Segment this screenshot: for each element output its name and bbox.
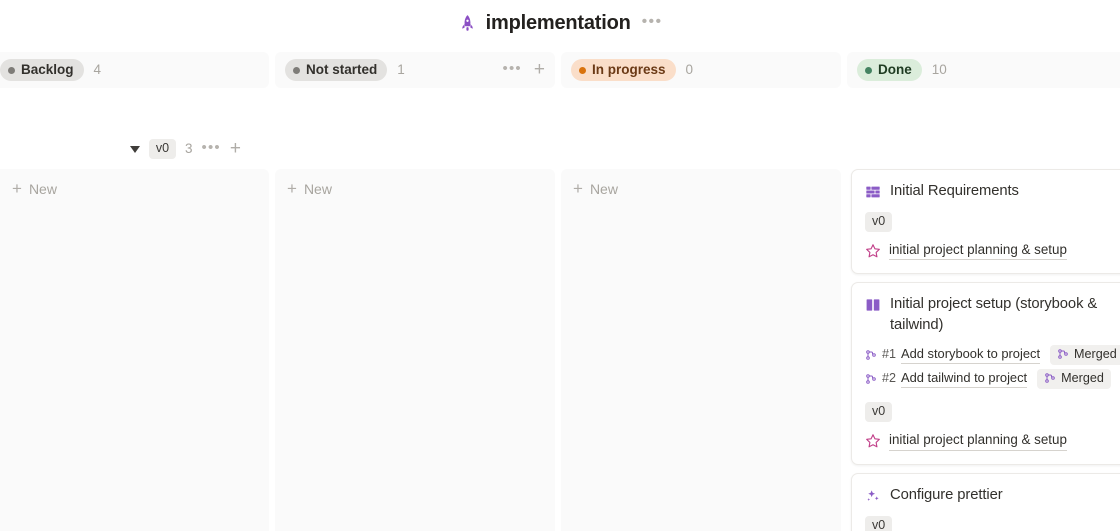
chevron-down-icon[interactable] (129, 145, 140, 153)
column-count: 10 (931, 62, 947, 78)
git-pull-request-icon (1045, 373, 1055, 384)
column-header-backlog: Backlog 4 (0, 52, 269, 88)
pull-request-status-label: Merged (1074, 346, 1117, 361)
board-column-in-progress: In progress 0 + New (561, 44, 841, 531)
card-relation-label[interactable]: initial project planning & setup (889, 432, 1067, 451)
status-label: Done (878, 62, 912, 78)
status-badge-not-started[interactable]: Not started (285, 59, 388, 81)
status-label: In progress (592, 62, 666, 78)
board-column-not-started: Not started 1 ••• + + New (275, 44, 555, 531)
status-label: Backlog (21, 62, 74, 78)
new-card-label: New (303, 181, 332, 197)
card[interactable]: Initial Requirements v0 initial project … (851, 169, 1120, 275)
column-body-not-started: + New (275, 169, 555, 531)
status-label: Not started (306, 62, 378, 78)
pull-request-number: #2 (882, 371, 897, 386)
status-badge-backlog[interactable]: Backlog (0, 59, 84, 81)
pull-request-title[interactable]: Add storybook to project (901, 346, 1041, 364)
pull-request-status-badge[interactable]: Merged (1050, 344, 1120, 365)
group-count: 3 (185, 141, 193, 157)
column-header-in-progress: In progress 0 (561, 52, 841, 88)
pull-request-title[interactable]: Add tailwind to project (901, 370, 1028, 388)
status-dot-icon (8, 66, 15, 74)
board-app: implementation ••• Backlog 4 v0 3 ••• + (0, 0, 1120, 531)
card-title: Initial project setup (storybook & tailw… (890, 296, 1098, 334)
group-more-button[interactable]: ••• (202, 140, 221, 155)
column-add-button[interactable]: + (534, 60, 545, 79)
rocket-icon (461, 15, 473, 31)
column-header-done: Done 10 (847, 52, 1120, 88)
column-body-done: Initial Requirements v0 initial project … (847, 169, 1120, 531)
plus-icon: + (573, 178, 583, 198)
group-add-button[interactable]: + (230, 139, 241, 158)
plus-icon: + (12, 178, 22, 198)
star-icon (866, 434, 880, 448)
column-count: 4 (93, 62, 102, 78)
page-title: implementation (485, 12, 631, 34)
group-chip-label[interactable]: v0 (148, 139, 177, 159)
card-relation: initial project planning & setup (865, 432, 1118, 451)
card-title: Configure prettier (890, 486, 1003, 503)
sparkles-icon (867, 489, 879, 501)
star-icon (866, 244, 880, 258)
status-dot-icon (293, 66, 300, 74)
card-title-row: Configure prettier (865, 485, 1118, 506)
column-count: 1 (397, 62, 405, 78)
new-card-button[interactable]: + New (567, 176, 835, 202)
column-more-button[interactable]: ••• (503, 61, 522, 76)
board-column-done: Done 10 Initial Requirements v0 initial … (847, 44, 1120, 531)
board-more-button[interactable]: ••• (642, 13, 663, 30)
card-title: Initial Requirements (890, 183, 1019, 199)
pull-request-status-label: Merged (1061, 370, 1104, 385)
pull-request-list: #1 Add storybook to project Merged #2 Ad… (865, 344, 1120, 389)
card-version-chip[interactable]: v0 (865, 515, 893, 531)
status-dot-icon (579, 66, 586, 74)
board-column-backlog: Backlog 4 v0 3 ••• + + New (0, 44, 269, 531)
plus-icon: + (287, 178, 297, 198)
open-book-icon (866, 299, 880, 311)
new-card-label: New (589, 181, 618, 197)
pull-request-status-badge[interactable]: Merged (1037, 368, 1111, 389)
status-dot-icon (865, 66, 872, 74)
pull-request-number: #1 (882, 347, 897, 362)
card[interactable]: Initial project setup (storybook & tailw… (851, 282, 1120, 465)
column-header-not-started: Not started 1 ••• + (275, 52, 555, 88)
column-body-in-progress: + New (561, 169, 841, 531)
card-relation: initial project planning & setup (865, 242, 1118, 261)
pull-request-row[interactable]: #2 Add tailwind to project Merged (865, 368, 1118, 389)
card-title-row: Initial project setup (storybook & tailw… (865, 294, 1118, 336)
board-columns: Backlog 4 v0 3 ••• + + New Not started 1… (0, 44, 1120, 531)
pull-request-row[interactable]: #1 Add storybook to project Merged (865, 344, 1120, 365)
column-header-actions: ••• + (503, 60, 545, 79)
new-card-button[interactable]: + New (0, 176, 263, 202)
git-pull-request-icon (866, 373, 876, 384)
card[interactable]: Configure prettier v0 initial project pl… (851, 472, 1120, 531)
card-relation-label[interactable]: initial project planning & setup (889, 242, 1067, 261)
card-version-chip[interactable]: v0 (865, 212, 893, 232)
new-card-label: New (28, 181, 57, 197)
card-title-row: Initial Requirements (865, 181, 1118, 202)
group-row-v0: v0 3 ••• + (0, 137, 269, 161)
new-card-button[interactable]: + New (281, 176, 549, 202)
board-header: implementation ••• (0, 0, 1120, 44)
column-count: 0 (685, 62, 694, 78)
status-badge-done[interactable]: Done (857, 59, 922, 81)
status-badge-in-progress[interactable]: In progress (571, 59, 676, 81)
git-pull-request-icon (1058, 349, 1068, 360)
brick-wall-icon (866, 186, 880, 198)
git-pull-request-icon (866, 349, 876, 360)
card-version-chip[interactable]: v0 (865, 402, 893, 422)
column-body-backlog: + New (0, 169, 269, 531)
